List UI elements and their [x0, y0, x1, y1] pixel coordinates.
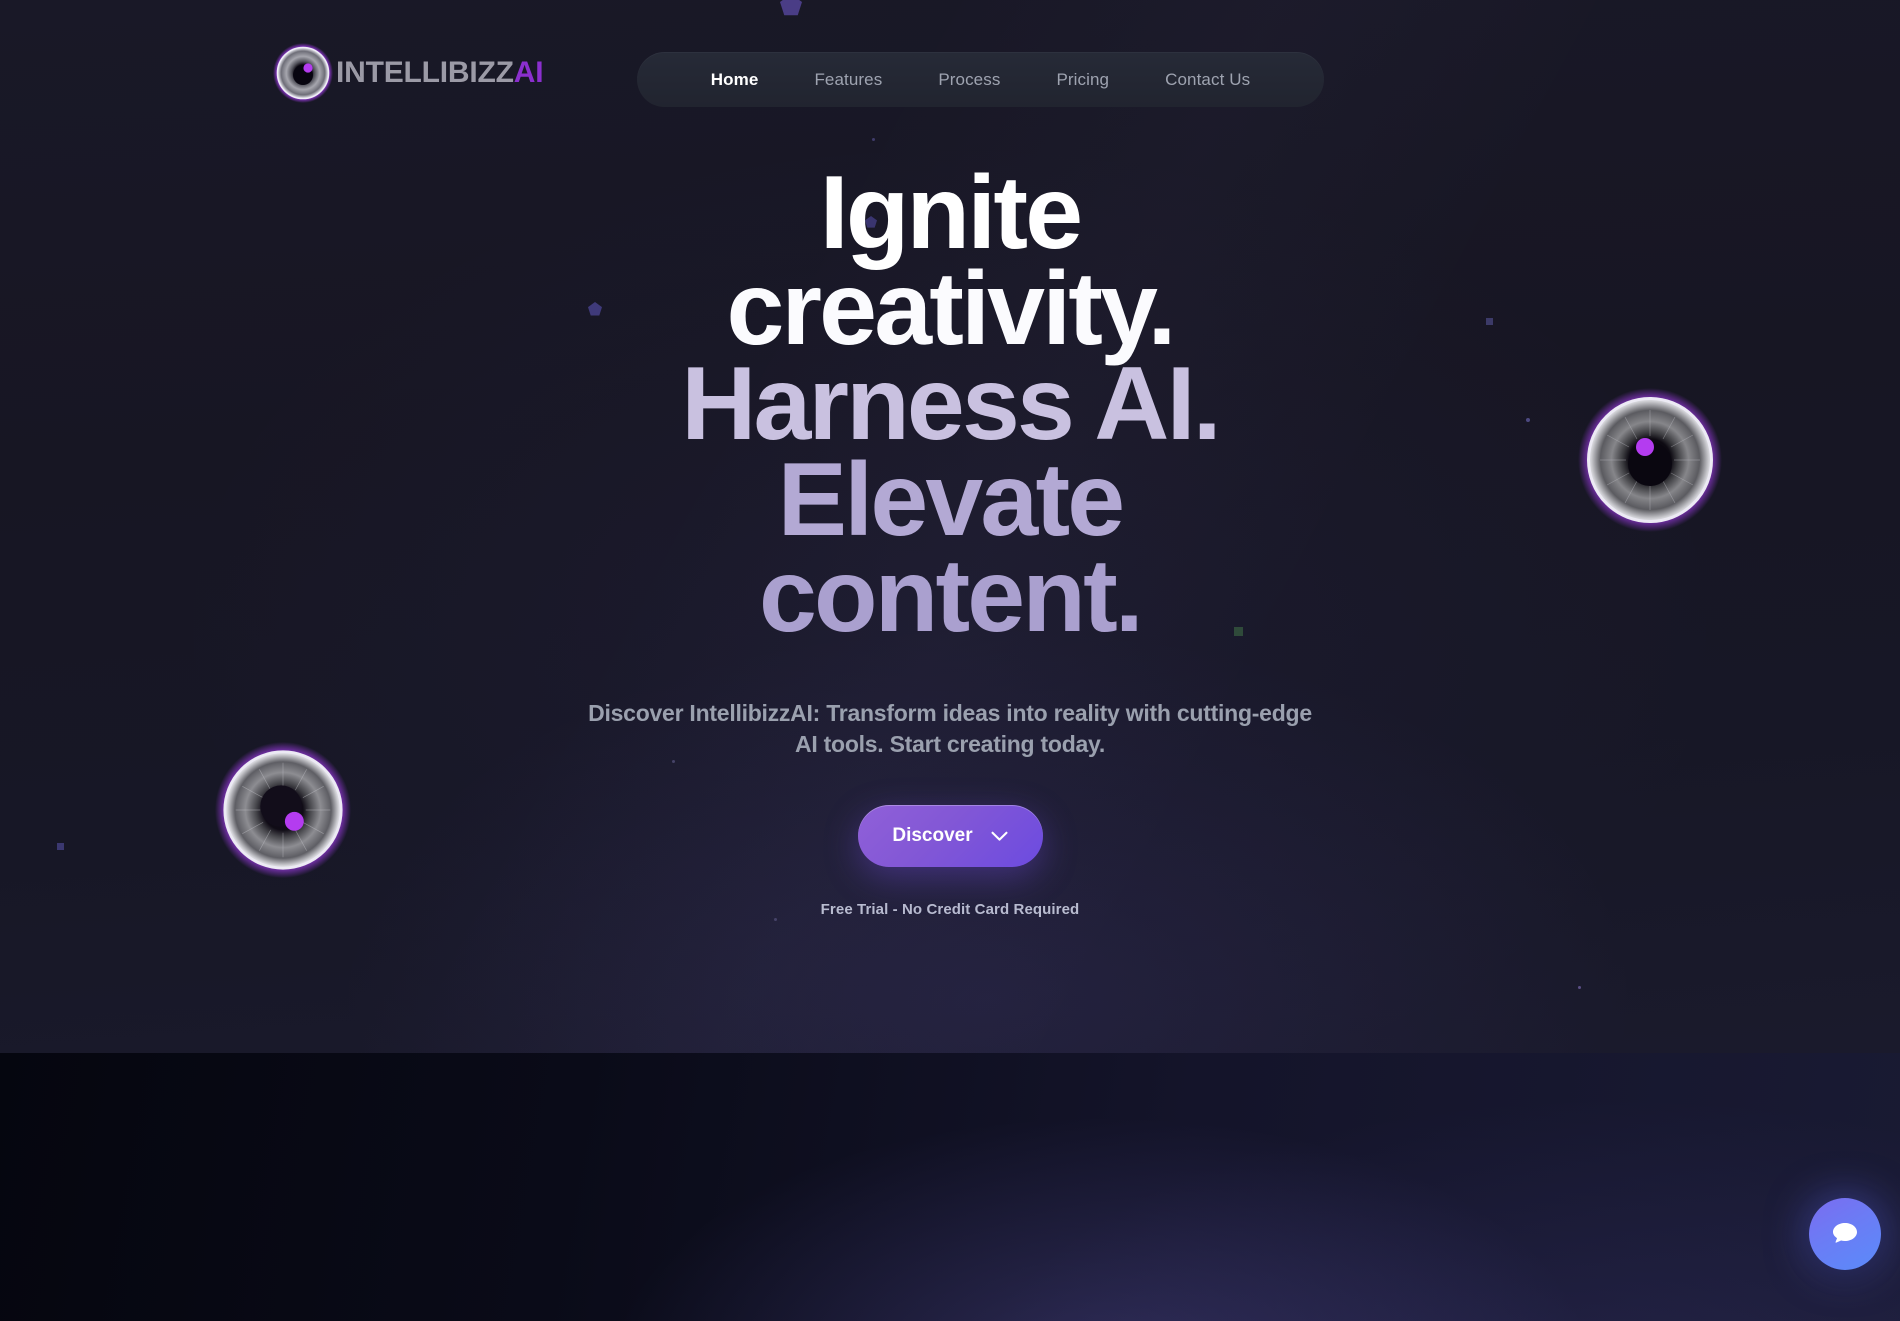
nav-item-process[interactable]: Process: [938, 70, 1000, 90]
hero-section: INTELLIBIZZAI Home Features Process Pric…: [0, 0, 1900, 1053]
lower-section: [0, 1053, 1900, 1321]
landing-page: INTELLIBIZZAI Home Features Process Pric…: [0, 0, 1900, 1321]
decorative-pentagon: [588, 302, 602, 316]
main-navbar: INTELLIBIZZAI Home Features Process Pric…: [0, 0, 1900, 128]
discover-button-label: Discover: [892, 825, 973, 847]
hero-subtitle: Discover IntellibizzAI: Transform ideas …: [588, 700, 1312, 757]
decorative-square: [57, 843, 64, 850]
chat-bubble-icon: [1829, 1216, 1861, 1253]
headline-line-1: Ignite: [819, 155, 1083, 271]
headline-line-4: Elevate: [777, 442, 1125, 559]
nav-item-features[interactable]: Features: [814, 70, 882, 90]
headline-line-2: creativity.: [726, 250, 1176, 367]
chat-widget-button[interactable]: [1809, 1198, 1881, 1270]
decorative-dot: [774, 918, 777, 921]
free-trial-note: Free Trial - No Credit Card Required: [820, 901, 1080, 919]
decorative-square: [1234, 627, 1243, 636]
eye-logo-icon: [272, 42, 334, 104]
eye-graphic-right: [1576, 386, 1724, 534]
nav-menu: Home Features Process Pricing Contact Us: [637, 52, 1324, 107]
cta-container: Discover: [857, 805, 1043, 868]
nav-item-contact-us[interactable]: Contact Us: [1165, 70, 1250, 90]
decorative-dot: [672, 760, 675, 763]
nav-item-pricing[interactable]: Pricing: [1056, 70, 1109, 90]
page-title: Ignite creativity. Harness AI. Elevate c…: [681, 155, 1221, 654]
brand-logo[interactable]: INTELLIBIZZAI: [272, 42, 544, 104]
headline-line-3: Harness AI.: [681, 346, 1221, 463]
chevron-down-icon: [991, 831, 1008, 842]
decorative-square: [1486, 318, 1493, 325]
eye-graphic-left: [213, 740, 353, 880]
nav-item-home[interactable]: Home: [711, 70, 759, 90]
decorative-dot: [1578, 986, 1581, 989]
discover-button[interactable]: Discover: [857, 805, 1043, 868]
brand-name-accent: AI: [513, 56, 544, 89]
decorative-dot: [1526, 418, 1530, 422]
brand-wordmark: INTELLIBIZZAI: [336, 56, 544, 89]
brand-name-primary: INTELLIBIZZ: [336, 56, 514, 89]
decorative-dot: [872, 138, 875, 141]
headline-line-5: content.: [758, 537, 1144, 654]
